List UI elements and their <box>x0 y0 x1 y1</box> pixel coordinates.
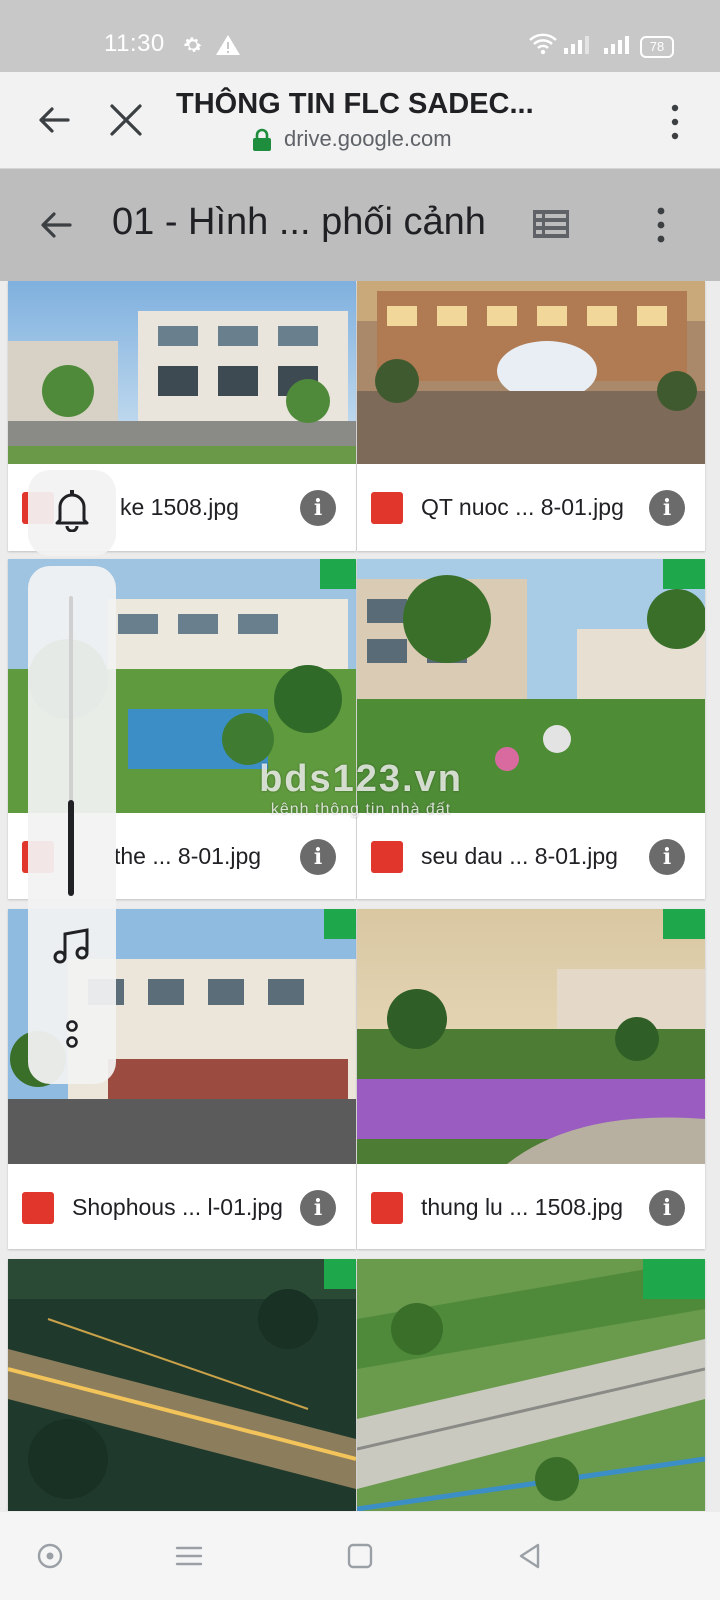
wifi-icon <box>529 33 557 55</box>
signal-sim1-icon <box>564 36 589 54</box>
info-icon[interactable]: i <box>300 839 336 875</box>
lock-icon <box>253 128 271 151</box>
folder-back-arrow-icon[interactable] <box>36 205 76 245</box>
image-file-icon <box>371 492 403 524</box>
volume-panel <box>28 566 116 1084</box>
status-bar: 11:30 78 <box>0 0 720 72</box>
file-name: QT nuoc ... 8-01.jpg <box>421 494 624 520</box>
watermark-brand: bds123.vn <box>259 758 463 800</box>
volume-slider-level[interactable] <box>68 800 74 896</box>
file-card[interactable] <box>357 1259 705 1511</box>
music-note-icon <box>53 928 89 964</box>
status-time: 11:30 <box>104 30 165 57</box>
file-meta: Shophous ... l-01.jpg i <box>8 1164 356 1249</box>
home-icon[interactable] <box>346 1542 374 1570</box>
system-nav-bar <box>0 1512 720 1600</box>
close-icon[interactable] <box>108 102 144 138</box>
url-text[interactable]: drive.google.com <box>284 126 452 152</box>
file-card[interactable]: thung lu ... 1508.jpg i <box>357 909 705 1249</box>
signal-sim2-icon <box>604 36 629 54</box>
assistant-icon[interactable] <box>36 1542 64 1570</box>
file-name: seu dau ... 8-01.jpg <box>421 843 618 869</box>
info-icon[interactable]: i <box>300 1190 336 1226</box>
info-icon[interactable]: i <box>649 839 685 875</box>
warning-icon <box>216 35 240 55</box>
file-card[interactable] <box>8 1259 356 1511</box>
folder-title: 01 - Hình ... phối cảnh <box>112 201 486 243</box>
info-icon[interactable]: i <box>649 1190 685 1226</box>
back-nav-icon[interactable] <box>516 1542 544 1570</box>
file-name: thung lu ... 1508.jpg <box>421 1194 624 1220</box>
file-thumbnail[interactable] <box>357 281 705 464</box>
image-file-icon <box>22 1192 54 1224</box>
image-file-icon <box>371 1192 403 1224</box>
image-file-icon <box>371 841 403 873</box>
folder-header: 01 - Hình ... phối cảnh <box>0 169 720 281</box>
file-meta: QT nuoc ... 8-01.jpg i <box>357 464 705 551</box>
info-icon[interactable]: i <box>649 490 685 526</box>
file-thumbnail[interactable] <box>357 1259 705 1511</box>
battery-level: 78 <box>649 39 665 54</box>
settings-gear-icon <box>184 37 202 52</box>
folder-more-vert-icon[interactable] <box>654 205 668 245</box>
battery-icon: 78 <box>640 36 674 58</box>
file-card[interactable]: QT nuoc ... 8-01.jpg i <box>357 281 705 551</box>
list-view-icon[interactable] <box>532 209 570 239</box>
watermark-tagline: kênh thông tin nhà đất <box>270 801 452 818</box>
bell-icon <box>55 490 89 532</box>
menu-icon[interactable] <box>174 1542 204 1570</box>
file-card[interactable]: seu dau ... 8-01.jpg i <box>357 559 705 899</box>
ringer-mode-button[interactable] <box>28 470 116 556</box>
info-icon[interactable]: i <box>300 490 336 526</box>
page-title: THÔNG TIN FLC SADEC... <box>176 88 534 120</box>
browser-app-bar: THÔNG TIN FLC SADEC... drive.google.com <box>0 72 720 169</box>
file-name: Shophous ... l-01.jpg <box>72 1194 283 1220</box>
file-thumbnail[interactable] <box>8 1259 356 1511</box>
file-name: ke 1508.jpg <box>120 494 239 520</box>
more-vert-icon[interactable] <box>668 102 682 142</box>
volume-more-icon[interactable] <box>64 1018 80 1050</box>
file-name: the ... 8-01.jpg <box>114 843 262 869</box>
watermark: bds123.vn kênh thông tin nhà đất <box>220 758 502 838</box>
file-thumbnail[interactable] <box>8 281 356 464</box>
back-arrow-icon[interactable] <box>34 100 74 140</box>
file-thumbnail[interactable] <box>357 909 705 1164</box>
file-meta: thung lu ... 1508.jpg i <box>357 1164 705 1249</box>
